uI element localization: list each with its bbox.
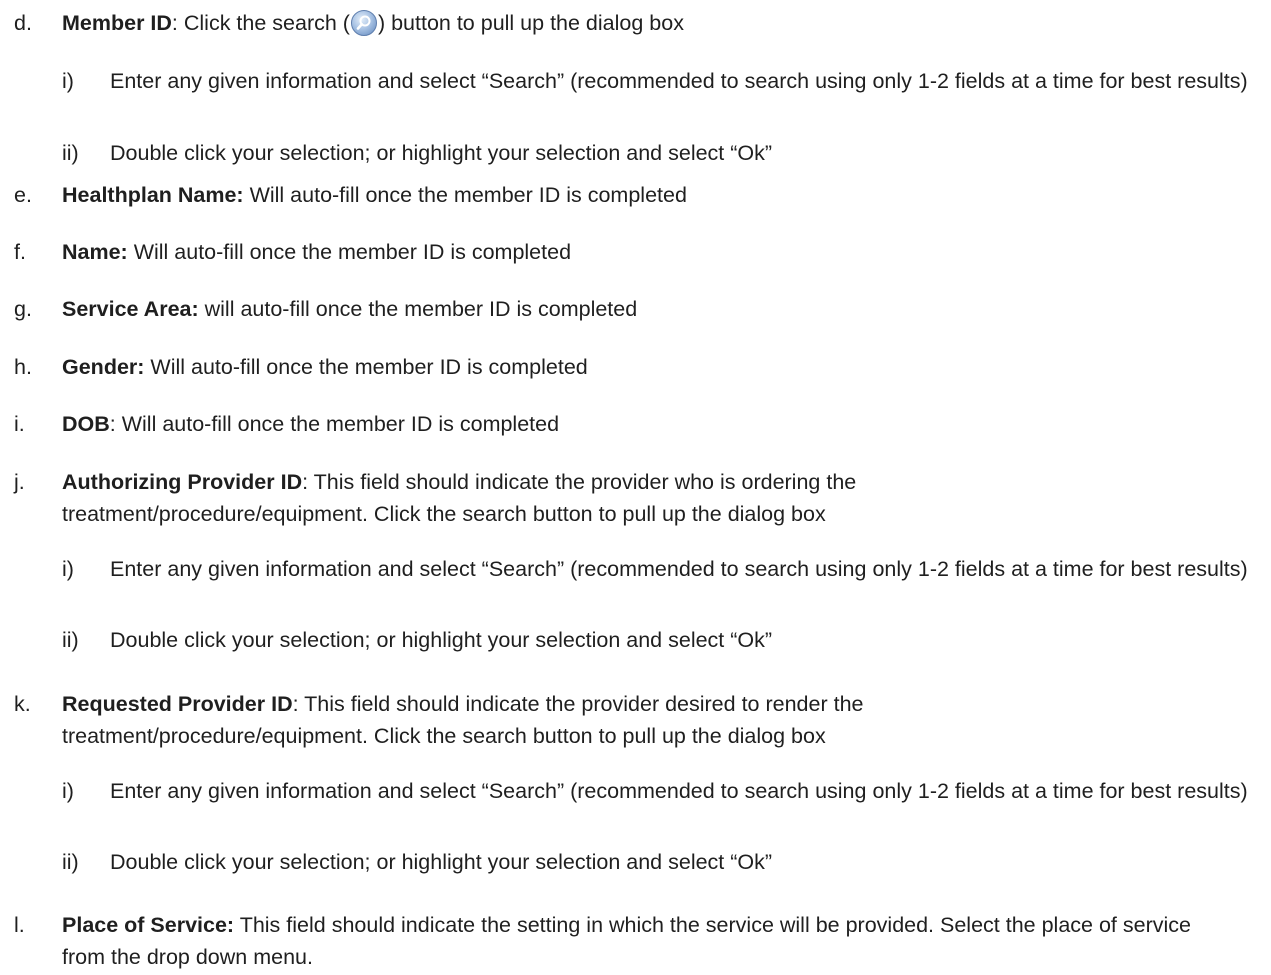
list-item-text: Name: Will auto-fill once the member ID … — [62, 236, 1265, 268]
list-marker: i. — [14, 412, 25, 436]
field-name: Service Area: — [62, 297, 199, 321]
list-item-text: Place of Service: This field should indi… — [62, 909, 1231, 973]
sub-marker: i) — [62, 69, 74, 93]
search-icon — [350, 10, 377, 36]
list-item-text: Authorizing Provider ID: This field shou… — [62, 466, 1021, 530]
item-text: Will auto-fill once the member ID is com… — [243, 183, 687, 207]
list-item-text: Requested Provider ID: This field should… — [62, 688, 1021, 752]
sub-marker: ii) — [62, 628, 79, 652]
item-text: will auto-fill once the member ID is com… — [198, 297, 638, 321]
list-marker: g. — [14, 297, 32, 321]
list-marker: e. — [14, 183, 32, 207]
sub-marker: i) — [62, 557, 74, 581]
item-text: : Will auto-fill once the member ID is c… — [109, 412, 560, 436]
list-item-text: DOB: Will auto-fill once the member ID i… — [62, 408, 1265, 440]
field-name: Gender: — [62, 355, 145, 379]
sub-marker: ii) — [62, 850, 79, 874]
field-name: Authorizing Provider ID — [62, 470, 303, 494]
sub-item-text: Double click your selection; or highligh… — [110, 850, 773, 874]
list-marker: j. — [14, 470, 25, 494]
list-marker: d. — [14, 11, 32, 35]
sub-item-text: Enter any given information and select “… — [110, 779, 1248, 803]
field-name: Requested Provider ID — [62, 692, 293, 716]
list-item-text: Healthplan Name: Will auto-fill once the… — [62, 179, 1265, 211]
sub-marker: i) — [62, 779, 74, 803]
list-item-text: Member ID: Click the search ( ) button to… — [62, 7, 1265, 39]
item-text: Will auto-fill once the member ID is com… — [144, 355, 588, 379]
list-marker: l. — [14, 913, 25, 937]
item-text: Will auto-fill once the member ID is com… — [127, 240, 572, 264]
list-item-text: Gender: Will auto-fill once the member I… — [62, 351, 1265, 383]
sub-item-text: Double click your selection; or highligh… — [110, 628, 773, 652]
list-marker: k. — [14, 692, 31, 716]
list-marker: h. — [14, 355, 32, 379]
field-name: Name: — [62, 240, 128, 264]
list-item-text: Service Area: will auto-fill once the me… — [62, 293, 1265, 325]
field-name: Member ID — [62, 11, 172, 35]
sub-item-text: Double click your selection; or highligh… — [110, 141, 773, 165]
item-text: : Click the search ( — [171, 11, 350, 35]
list-marker: f. — [14, 240, 26, 264]
field-name: Place of Service: — [62, 913, 235, 937]
sub-marker: ii) — [62, 141, 79, 165]
field-name: Healthplan Name: — [62, 183, 244, 207]
item-text: ) button to pull up the dialog box — [377, 11, 684, 35]
field-name: DOB — [62, 412, 110, 436]
sub-item-text: Enter any given information and select “… — [110, 557, 1248, 581]
sub-item-text: Enter any given information and select “… — [110, 69, 1248, 93]
